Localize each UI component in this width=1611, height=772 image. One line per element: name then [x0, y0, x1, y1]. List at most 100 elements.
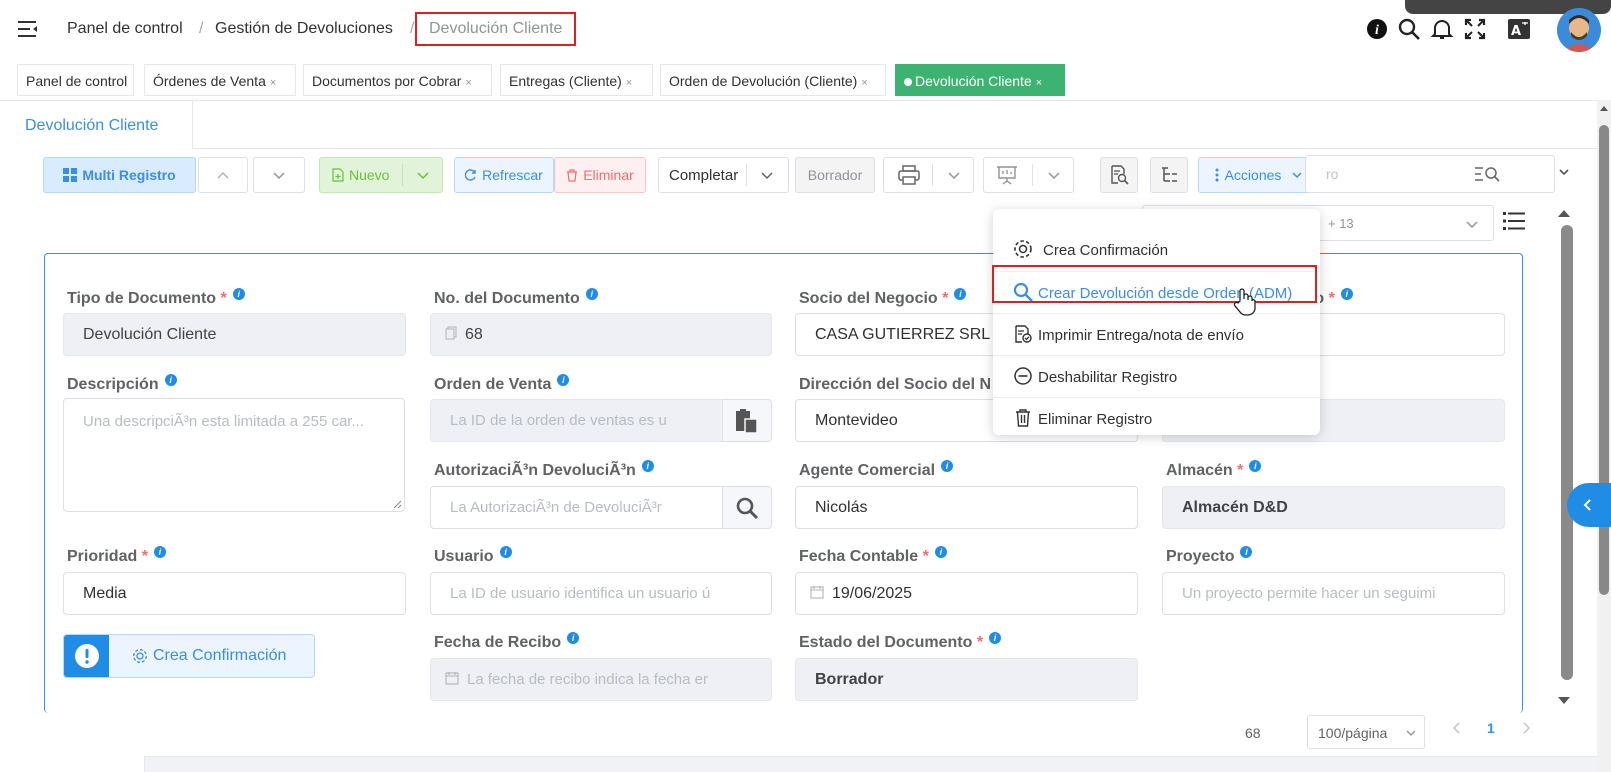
chevron-down-icon — [761, 172, 773, 180]
descripcion-label: Descripción i — [67, 374, 177, 394]
close-icon[interactable]: × — [270, 77, 276, 89]
orden-venta-lookup-button[interactable] — [722, 399, 772, 442]
menu-item-eliminar-registro[interactable]: Eliminar Registro — [993, 398, 1320, 440]
info-icon[interactable]: i — [164, 374, 177, 386]
page-scroll-up-icon[interactable] — [1599, 104, 1609, 112]
print-button[interactable] — [883, 157, 974, 193]
bell-icon[interactable] — [1430, 17, 1454, 41]
label-text: Fecha Contable — [799, 548, 919, 565]
refresh-icon — [465, 169, 476, 181]
autorizacion-search-button[interactable] — [722, 486, 772, 529]
info-icon[interactable]: i — [989, 632, 1002, 644]
menu-toggle-icon[interactable] — [18, 20, 38, 38]
info-icon[interactable]: i — [153, 546, 166, 558]
no-documento-field[interactable]: 68 — [430, 313, 772, 356]
info-icon[interactable]: i — [1249, 460, 1262, 472]
menu-item-deshabilitar[interactable]: Deshabilitar Registro — [993, 356, 1320, 398]
avatar[interactable] — [1557, 8, 1601, 52]
close-icon[interactable]: × — [626, 77, 632, 89]
estado-documento-label: Estado del Documento * i — [799, 632, 1002, 652]
info-icon[interactable]: i — [941, 460, 954, 472]
info-icon[interactable]: i — [1340, 288, 1353, 300]
search-input[interactable]: ro — [1305, 155, 1555, 193]
autorizacion-field[interactable]: La AutorizaciÃ³n de DevoluciÃ³r — [430, 486, 724, 529]
tab-entregas-cliente[interactable]: Entregas (Cliente) × — [500, 64, 653, 96]
agente-field[interactable]: Nicolás — [795, 486, 1138, 529]
breadcrumb-separator: / — [410, 20, 415, 37]
translate-icon[interactable]: A — [1507, 17, 1531, 41]
tab-orden-devolucion[interactable]: Orden de Devolución (Cliente) × — [660, 64, 886, 96]
field-value: Devolución Cliente — [83, 326, 217, 343]
tab-label: Orden de Devolución (Cliente) — [669, 73, 858, 89]
menu-item-imprimir-entrega[interactable]: Imprimir Entrega/nota de envío — [993, 314, 1320, 356]
prioridad-field[interactable]: Media — [63, 572, 406, 615]
info-icon[interactable]: i — [567, 632, 580, 644]
collapse-toolbar-icon[interactable] — [1558, 166, 1570, 178]
proyecto-label: Proyecto i — [1166, 546, 1253, 566]
tab-panel-control[interactable]: Panel de control — [17, 64, 134, 96]
chevron-down-icon — [1406, 730, 1416, 736]
close-icon[interactable]: × — [465, 77, 471, 89]
close-icon[interactable]: × — [1036, 77, 1042, 89]
search-icon[interactable] — [1397, 17, 1421, 41]
tab-ordenes-venta[interactable]: Órdenes de Venta × — [144, 64, 296, 96]
tipo-documento-label: Tipo de Documento * i — [67, 288, 245, 308]
field-placeholder: Un proyecto permite hacer un seguimi — [1182, 585, 1436, 602]
document-search-button[interactable] — [1100, 157, 1138, 193]
descripcion-textarea[interactable]: Una descripciÃ³n esta limitada a 255 car… — [63, 398, 405, 512]
info-icon[interactable]: i — [1365, 17, 1389, 41]
proyecto-field[interactable]: Un proyecto permite hacer un seguimi — [1162, 572, 1505, 615]
prev-page-icon[interactable] — [1452, 721, 1462, 735]
crea-confirmacion-button[interactable]: Crea Confirmación — [63, 634, 315, 678]
form-scrollbar-thumb[interactable] — [1561, 225, 1573, 680]
borrador-button[interactable]: Borrador — [795, 157, 875, 193]
eliminar-button[interactable]: Eliminar — [554, 157, 646, 193]
tab-documentos-cobrar[interactable]: Documentos por Cobrar × — [303, 64, 492, 96]
page-size-select[interactable]: 100/página — [1307, 715, 1425, 749]
usuario-field[interactable]: La ID de usuario identifica un usuario ú — [430, 572, 772, 615]
info-icon[interactable]: i — [1240, 546, 1253, 558]
refrescar-button[interactable]: Refrescar — [454, 157, 554, 193]
previous-record-button[interactable] — [198, 157, 248, 193]
tree-view-button[interactable] — [1150, 157, 1188, 193]
completar-select[interactable]: Completar — [658, 157, 789, 193]
current-page[interactable]: 1 — [1487, 720, 1495, 736]
breadcrumb-item-panel[interactable]: Panel de control — [67, 20, 183, 38]
nuevo-button[interactable]: Nuevo — [319, 157, 443, 193]
bottom-bar — [0, 756, 1597, 772]
acciones-button[interactable]: Acciones — [1198, 157, 1320, 193]
info-icon[interactable]: i — [232, 288, 245, 300]
tipo-documento-field[interactable]: Devolución Cliente — [63, 313, 406, 356]
side-panel-toggle[interactable] — [1567, 483, 1611, 527]
orden-venta-field[interactable]: La ID de la orden de ventas es u — [430, 399, 724, 442]
next-record-button[interactable] — [253, 157, 305, 193]
close-icon[interactable]: × — [861, 77, 867, 89]
almacen-field[interactable]: Almacén D&D — [1162, 486, 1505, 529]
fecha-contable-field[interactable]: 19/06/2025 — [795, 572, 1138, 615]
scroll-down-arrow-icon[interactable] — [1557, 696, 1571, 706]
tab-devolucion-cliente[interactable]: Devolución Cliente × — [895, 64, 1065, 96]
breadcrumb-item-gestion[interactable]: Gestión de Devoluciones — [215, 20, 393, 38]
print-icon — [898, 165, 920, 185]
next-page-icon[interactable] — [1521, 721, 1531, 735]
multi-registro-button[interactable]: Multi Registro — [43, 157, 196, 193]
info-icon[interactable]: i — [641, 460, 654, 472]
presentation-button[interactable] — [983, 157, 1074, 193]
scroll-up-arrow-icon[interactable] — [1557, 208, 1571, 218]
info-icon[interactable]: i — [499, 546, 512, 558]
info-icon[interactable]: i — [557, 374, 570, 386]
bottom-tab[interactable] — [0, 756, 145, 772]
label-text: Socio del Negocio — [799, 290, 938, 307]
tab-label: Entregas (Cliente) — [509, 73, 622, 89]
subtab-devolucion-cliente[interactable]: Devolución Cliente — [0, 101, 193, 149]
info-icon[interactable]: i — [934, 546, 947, 558]
list-icon[interactable] — [1503, 211, 1525, 231]
acciones-label: Acciones — [1224, 167, 1282, 183]
menu-item-label: Eliminar Registro — [1038, 411, 1153, 428]
info-icon[interactable]: i — [954, 288, 967, 300]
info-icon[interactable]: i — [585, 288, 598, 300]
estado-documento-field[interactable]: Borrador — [795, 658, 1138, 701]
divider — [193, 148, 1600, 149]
fecha-recibo-field[interactable]: La fecha de recibo indica la fecha er — [430, 658, 772, 701]
fullscreen-icon[interactable] — [1463, 17, 1487, 41]
